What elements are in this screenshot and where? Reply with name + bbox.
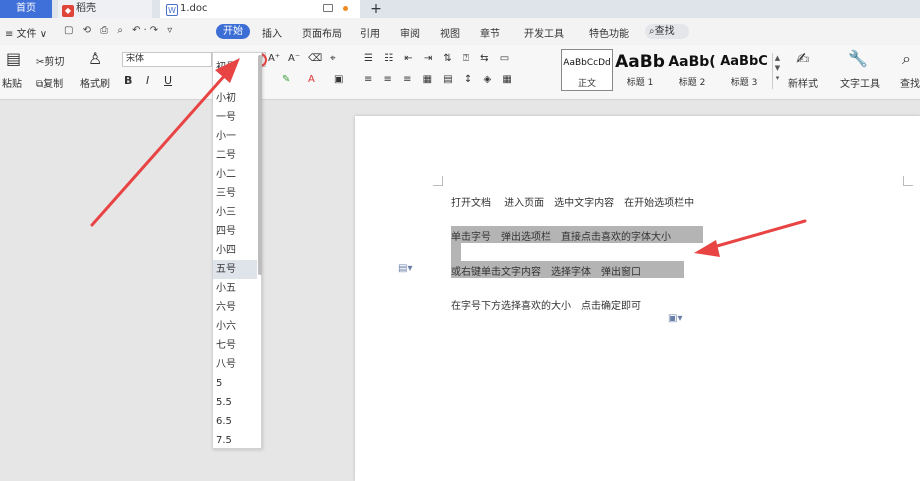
ribbon-toolbar: ▤ 粘贴 ✂剪切 ⧉复制 ♙ 格式刷 宋体 五号 ▼ A⁺ A⁻ ⌫ ⌖ B I…: [0, 45, 920, 100]
font-size-option[interactable]: 四号: [213, 222, 257, 241]
highlight-color-icon[interactable]: ✎: [282, 74, 290, 85]
font-size-option[interactable]: 6.5: [213, 412, 257, 431]
tab-view[interactable]: 视图: [440, 25, 460, 40]
margin-corner-right: [903, 176, 913, 186]
shrink-font-button[interactable]: A⁻: [288, 53, 300, 64]
document-page[interactable]: 打开文档 进入页面 选中文字内容 在开始选项栏中 单击字号 弹出选项栏 直接点击…: [355, 116, 920, 481]
font-size-option[interactable]: 5.5: [213, 393, 257, 412]
style-preview: AaBbC: [720, 54, 768, 69]
grow-font-button[interactable]: A⁺: [268, 53, 280, 64]
tab-developer[interactable]: 开发工具: [524, 25, 564, 40]
word-doc-icon: W: [166, 4, 178, 16]
style-preview: AaBb: [615, 52, 665, 72]
cut-label: 剪切: [44, 57, 65, 68]
doc-line-3[interactable]: 或右键单击文字内容 选择字体 弹出窗口: [451, 263, 641, 278]
font-size-option[interactable]: 小四: [213, 241, 257, 260]
style-gallery: AaBbCcDd 正文 AaBb 标题 1 AaBb( 标题 2 AaBbC 标…: [558, 49, 784, 91]
selection-highlight: [451, 243, 461, 261]
tab-chapter[interactable]: 章节: [480, 25, 500, 40]
tab-document-label: 1.doc: [180, 3, 208, 14]
monitor-icon[interactable]: [323, 4, 333, 12]
dropdown-scrollbar[interactable]: [258, 55, 262, 275]
font-size-option[interactable]: 三号: [213, 184, 257, 203]
bold-button[interactable]: B: [124, 74, 132, 87]
font-size-option[interactable]: 二号: [213, 146, 257, 165]
cut-button[interactable]: ✂剪切: [36, 53, 64, 68]
new-style-icon[interactable]: ✍: [796, 49, 809, 68]
title-tab-bar: 首页 ◆ 稻壳 W 1.doc +: [0, 0, 920, 18]
doc-line-1[interactable]: 打开文档 进入页面 选中文字内容 在开始选项栏中: [451, 194, 694, 209]
tab-review[interactable]: 审阅: [400, 25, 420, 40]
style-preview: AaBb(: [668, 54, 716, 70]
font-size-option[interactable]: 小二: [213, 165, 257, 184]
tab-page-layout[interactable]: 页面布局: [302, 25, 342, 40]
tab-daoke-label: 稻壳: [76, 3, 96, 14]
char-border-icon[interactable]: ▣: [334, 74, 343, 85]
phonetic-icon[interactable]: ⌖: [330, 53, 336, 64]
style-heading-2[interactable]: AaBb( 标题 2: [666, 49, 718, 91]
font-size-option[interactable]: 小五: [213, 279, 257, 298]
style-normal[interactable]: AaBbCcDd 正文: [561, 49, 613, 91]
style-heading-1[interactable]: AaBb 标题 1: [614, 49, 666, 91]
font-size-option[interactable]: 小初: [213, 89, 257, 108]
paragraph-handle-icon[interactable]: ▤▾: [398, 263, 412, 274]
new-style-button[interactable]: 新样式: [788, 75, 818, 90]
paste-options-icon[interactable]: ▣▾: [668, 313, 682, 324]
format-painter-icon[interactable]: ♙: [88, 49, 102, 68]
tab-features[interactable]: 特色功能: [589, 25, 629, 40]
tab-home[interactable]: 首页: [0, 0, 52, 18]
style-name: 正文: [577, 79, 596, 89]
new-tab-button[interactable]: +: [368, 0, 384, 18]
font-size-option[interactable]: 小三: [213, 203, 257, 222]
unsaved-dot-icon: [343, 6, 348, 11]
wrench-icon[interactable]: 🔧: [848, 49, 868, 68]
tab-insert[interactable]: 插入: [262, 25, 282, 40]
gallery-scroll-arrows[interactable]: ▲ ▼ ▾: [772, 53, 782, 89]
font-size-option[interactable]: 5: [213, 374, 257, 393]
style-name: 标题 2: [678, 78, 706, 88]
underline-button[interactable]: U: [164, 74, 172, 87]
font-size-option[interactable]: 一号: [213, 108, 257, 127]
style-name: 标题 1: [626, 78, 654, 88]
font-color-icon[interactable]: A: [308, 74, 315, 85]
font-size-option[interactable]: 小六: [213, 317, 257, 336]
style-heading-3[interactable]: AaBbC 标题 3: [718, 49, 770, 91]
font-name-select[interactable]: 宋体: [122, 52, 212, 67]
copy-label: 复制: [43, 79, 64, 90]
margin-corner-left: [433, 176, 443, 186]
search-button[interactable]: ⌕查找: [645, 24, 689, 39]
clear-format-icon[interactable]: ⌫: [308, 53, 322, 64]
quick-access-icons[interactable]: ▢ ⟲ ⎙ ⌕ ↶·↷ ▿: [64, 25, 175, 36]
font-size-option[interactable]: 初号: [213, 58, 257, 77]
paragraph-tools-top[interactable]: ☰ ☷ ⇤ ⇥ ⇅ ⍰ ⇆ ▭: [364, 53, 513, 64]
file-menu[interactable]: ≡ 文件 ∨: [5, 25, 47, 40]
font-size-option[interactable]: 六号: [213, 298, 257, 317]
paragraph-tools-bottom[interactable]: ≡ ≡ ≡ ▦ ▤ ↕ ◈ ▦: [364, 74, 516, 85]
italic-button[interactable]: I: [146, 74, 149, 87]
daoke-logo-icon: ◆: [62, 5, 74, 17]
font-size-option[interactable]: 七号: [213, 336, 257, 355]
font-size-option-selected[interactable]: 五号: [213, 260, 257, 279]
font-size-dropdown: 初号 小初 一号 小一 二号 小二 三号 小三 四号 小四 五号 小五 六号 小…: [212, 52, 262, 449]
text-tools-button[interactable]: 文字工具: [840, 75, 880, 90]
paste-button[interactable]: 粘贴: [2, 75, 22, 90]
menu-bar: ≡ 文件 ∨ ▢ ⟲ ⎙ ⌕ ↶·↷ ▿ 开始 插入 页面布局 引用 审阅 视图…: [0, 18, 920, 45]
paste-icon[interactable]: ▤: [6, 49, 21, 68]
format-painter-button[interactable]: 格式刷: [80, 75, 110, 90]
tab-daoke[interactable]: ◆ 稻壳: [58, 0, 152, 18]
font-size-option[interactable]: 八号: [213, 355, 257, 374]
style-preview: AaBbCcDd: [563, 58, 611, 68]
style-name: 标题 3: [730, 78, 758, 88]
find-button[interactable]: 查找: [900, 75, 920, 90]
copy-button[interactable]: ⧉复制: [36, 75, 63, 90]
find-icon[interactable]: ⌕: [902, 49, 911, 69]
tab-references[interactable]: 引用: [360, 25, 380, 40]
doc-line-2[interactable]: 单击字号 弹出选项栏 直接点击喜欢的字体大小: [451, 228, 671, 243]
font-size-option[interactable]: 7.5: [213, 431, 257, 450]
tab-start[interactable]: 开始: [216, 24, 250, 39]
doc-line-4[interactable]: 在字号下方选择喜欢的大小 点击确定即可: [451, 297, 641, 312]
font-size-option[interactable]: 小一: [213, 127, 257, 146]
search-label: 查找: [654, 26, 675, 37]
